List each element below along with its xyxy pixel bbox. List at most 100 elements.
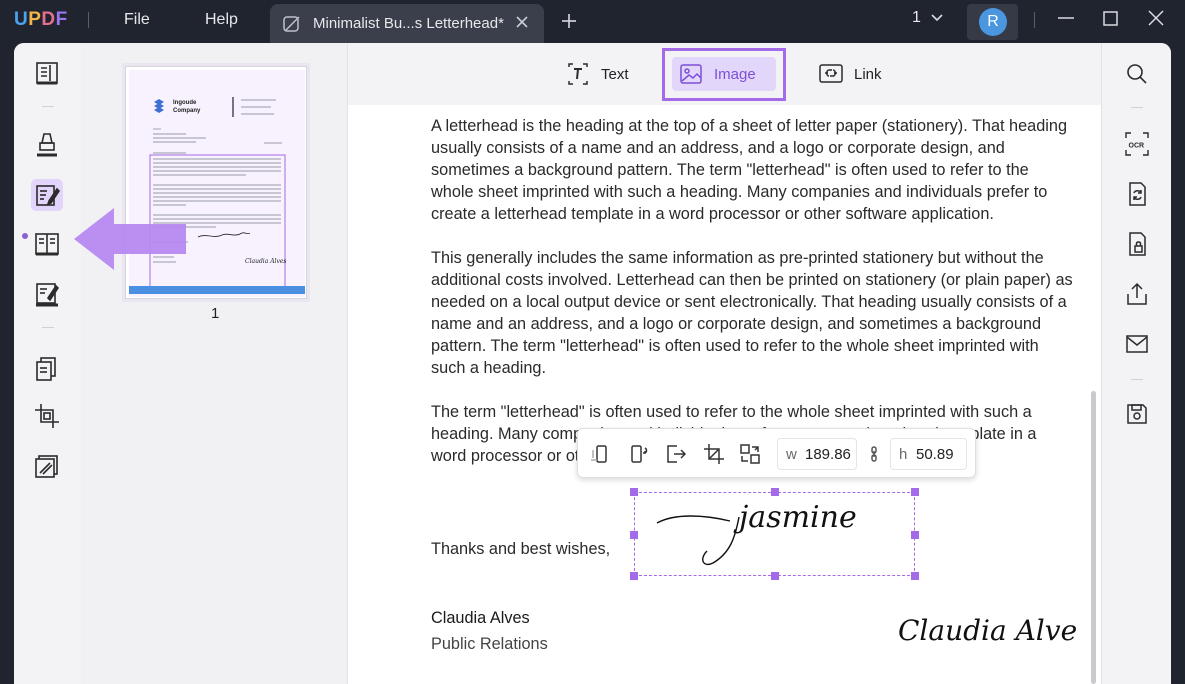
height-value: 50.89 bbox=[916, 446, 954, 463]
new-tab-icon[interactable] bbox=[560, 12, 578, 30]
thumb-company-line2: Company bbox=[173, 108, 201, 114]
image-mode-label: Image bbox=[714, 65, 756, 83]
resize-handle[interactable] bbox=[911, 572, 919, 580]
replace-image-icon[interactable] bbox=[738, 442, 762, 466]
tool-separator bbox=[1131, 107, 1143, 108]
document-tab-icon bbox=[283, 16, 300, 32]
form-edit-icon bbox=[36, 283, 60, 307]
protect-file-icon[interactable] bbox=[1124, 231, 1150, 257]
page-tools-tool[interactable] bbox=[31, 353, 63, 385]
tool-separator bbox=[42, 106, 54, 107]
image-icon bbox=[680, 64, 702, 84]
resize-handle[interactable] bbox=[771, 572, 779, 580]
reader-icon bbox=[36, 62, 58, 85]
width-field[interactable]: w 189.86 bbox=[777, 438, 857, 470]
left-toolbar bbox=[14, 43, 81, 684]
link-mode-label: Link bbox=[854, 65, 882, 83]
thumbnail-page-number: 1 bbox=[211, 305, 220, 322]
resize-handle[interactable] bbox=[911, 488, 919, 496]
resize-handle[interactable] bbox=[630, 488, 638, 496]
maximize-icon[interactable] bbox=[1100, 9, 1122, 31]
signature-image-text: jasmine bbox=[733, 500, 857, 535]
signer-title[interactable]: Public Relations bbox=[431, 635, 548, 654]
text-icon bbox=[568, 63, 588, 85]
paragraph-1[interactable]: A letterhead is the heading at the top o… bbox=[431, 115, 1071, 225]
resize-handle[interactable] bbox=[630, 572, 638, 580]
crop-tool[interactable] bbox=[31, 400, 63, 432]
pages-icon bbox=[36, 357, 56, 381]
window-count[interactable]: 1 bbox=[912, 9, 921, 27]
image-mode-highlight: Image bbox=[662, 48, 786, 101]
thumb-company-line1: Ingoude bbox=[173, 100, 197, 106]
resize-handle[interactable] bbox=[911, 531, 919, 539]
width-label: w bbox=[786, 446, 797, 463]
avatar-initial: R bbox=[979, 8, 1007, 36]
organize-pages-icon bbox=[35, 233, 59, 256]
active-indicator bbox=[22, 233, 28, 239]
reader-tool[interactable] bbox=[31, 57, 63, 89]
thumb-signature: Claudia Alves bbox=[245, 258, 286, 265]
convert-icon[interactable] bbox=[1124, 181, 1150, 207]
height-label: h bbox=[899, 446, 908, 463]
protect-icon bbox=[35, 455, 58, 478]
right-toolbar: OCR bbox=[1101, 43, 1171, 684]
form-tool[interactable] bbox=[31, 278, 63, 310]
page-organize-tool[interactable] bbox=[31, 228, 63, 260]
comment-tool[interactable] bbox=[31, 129, 63, 161]
rotate-left-icon[interactable] bbox=[588, 442, 612, 466]
width-value: 189.86 bbox=[805, 446, 851, 463]
signer-name[interactable]: Claudia Alves bbox=[431, 609, 530, 628]
title-separator bbox=[1034, 12, 1035, 28]
resize-handle[interactable] bbox=[630, 531, 638, 539]
text-mode-button[interactable]: Text bbox=[565, 57, 629, 91]
height-field[interactable]: h 50.89 bbox=[890, 438, 967, 470]
paragraph-3-line-1: The term "letterhead" is often used to r… bbox=[431, 403, 1032, 421]
updf-logo: UPDF bbox=[14, 9, 68, 30]
minimize-icon[interactable] bbox=[1055, 9, 1077, 31]
lock-ratio-icon[interactable] bbox=[862, 442, 886, 466]
link-mode-button[interactable]: Link bbox=[818, 57, 882, 91]
closing-text[interactable]: Thanks and best wishes, bbox=[431, 540, 610, 559]
app-body: Ingoude Company Claudia Alves 1 Text Ima… bbox=[14, 43, 1171, 684]
tool-separator bbox=[42, 327, 54, 328]
crop-icon bbox=[35, 404, 59, 428]
selected-signature-image[interactable]: jasmine bbox=[630, 488, 919, 580]
chevron-down-icon[interactable] bbox=[930, 12, 944, 24]
svg-text:OCR: OCR bbox=[1129, 143, 1145, 150]
title-bar: UPDF File Help Minimalist Bu...s Letterh… bbox=[0, 0, 1185, 43]
close-tab-icon[interactable] bbox=[514, 14, 530, 30]
highlighter-icon bbox=[37, 133, 57, 157]
text-mode-label: Text bbox=[601, 65, 629, 83]
resize-handle[interactable] bbox=[771, 488, 779, 496]
link-icon bbox=[819, 64, 843, 83]
image-mode-button[interactable]: Image bbox=[672, 57, 776, 91]
crop-image-icon[interactable] bbox=[702, 442, 726, 466]
vertical-scrollbar[interactable] bbox=[1091, 391, 1096, 684]
document-tab[interactable]: Minimalist Bu...s Letterhead* bbox=[270, 4, 544, 43]
title-separator bbox=[88, 12, 89, 28]
close-window-icon[interactable] bbox=[1145, 9, 1167, 31]
edit-pdf-icon bbox=[36, 185, 61, 206]
rotate-right-icon[interactable] bbox=[626, 442, 650, 466]
signature-script[interactable]: Claudia Alves bbox=[896, 603, 1076, 653]
signature-script-text: Claudia Alves bbox=[898, 614, 1076, 647]
tool-separator bbox=[1131, 379, 1143, 380]
paragraph-2[interactable]: This generally includes the same informa… bbox=[431, 247, 1073, 379]
user-avatar[interactable]: R bbox=[967, 4, 1018, 40]
email-icon[interactable] bbox=[1124, 331, 1150, 357]
redact-tool[interactable] bbox=[31, 450, 63, 482]
save-icon[interactable] bbox=[1124, 401, 1150, 427]
edit-mode-toolbar: Text Image Link bbox=[348, 43, 1101, 105]
extract-image-icon[interactable] bbox=[664, 442, 688, 466]
menu-file[interactable]: File bbox=[124, 11, 150, 29]
edit-pdf-tool[interactable] bbox=[31, 179, 63, 211]
share-icon[interactable] bbox=[1124, 281, 1150, 307]
search-icon[interactable] bbox=[1124, 61, 1150, 87]
document-tab-title: Minimalist Bu...s Letterhead* bbox=[313, 15, 504, 32]
menu-help[interactable]: Help bbox=[205, 11, 238, 29]
document-canvas: Text Image Link A letterhead is the head… bbox=[348, 43, 1101, 684]
thumbnail-panel: Ingoude Company Claudia Alves 1 bbox=[81, 43, 348, 684]
jasmine-signature-graphic: jasmine bbox=[656, 500, 857, 566]
pointer-arrow-icon bbox=[74, 208, 186, 270]
ocr-icon[interactable]: OCR bbox=[1124, 131, 1150, 157]
